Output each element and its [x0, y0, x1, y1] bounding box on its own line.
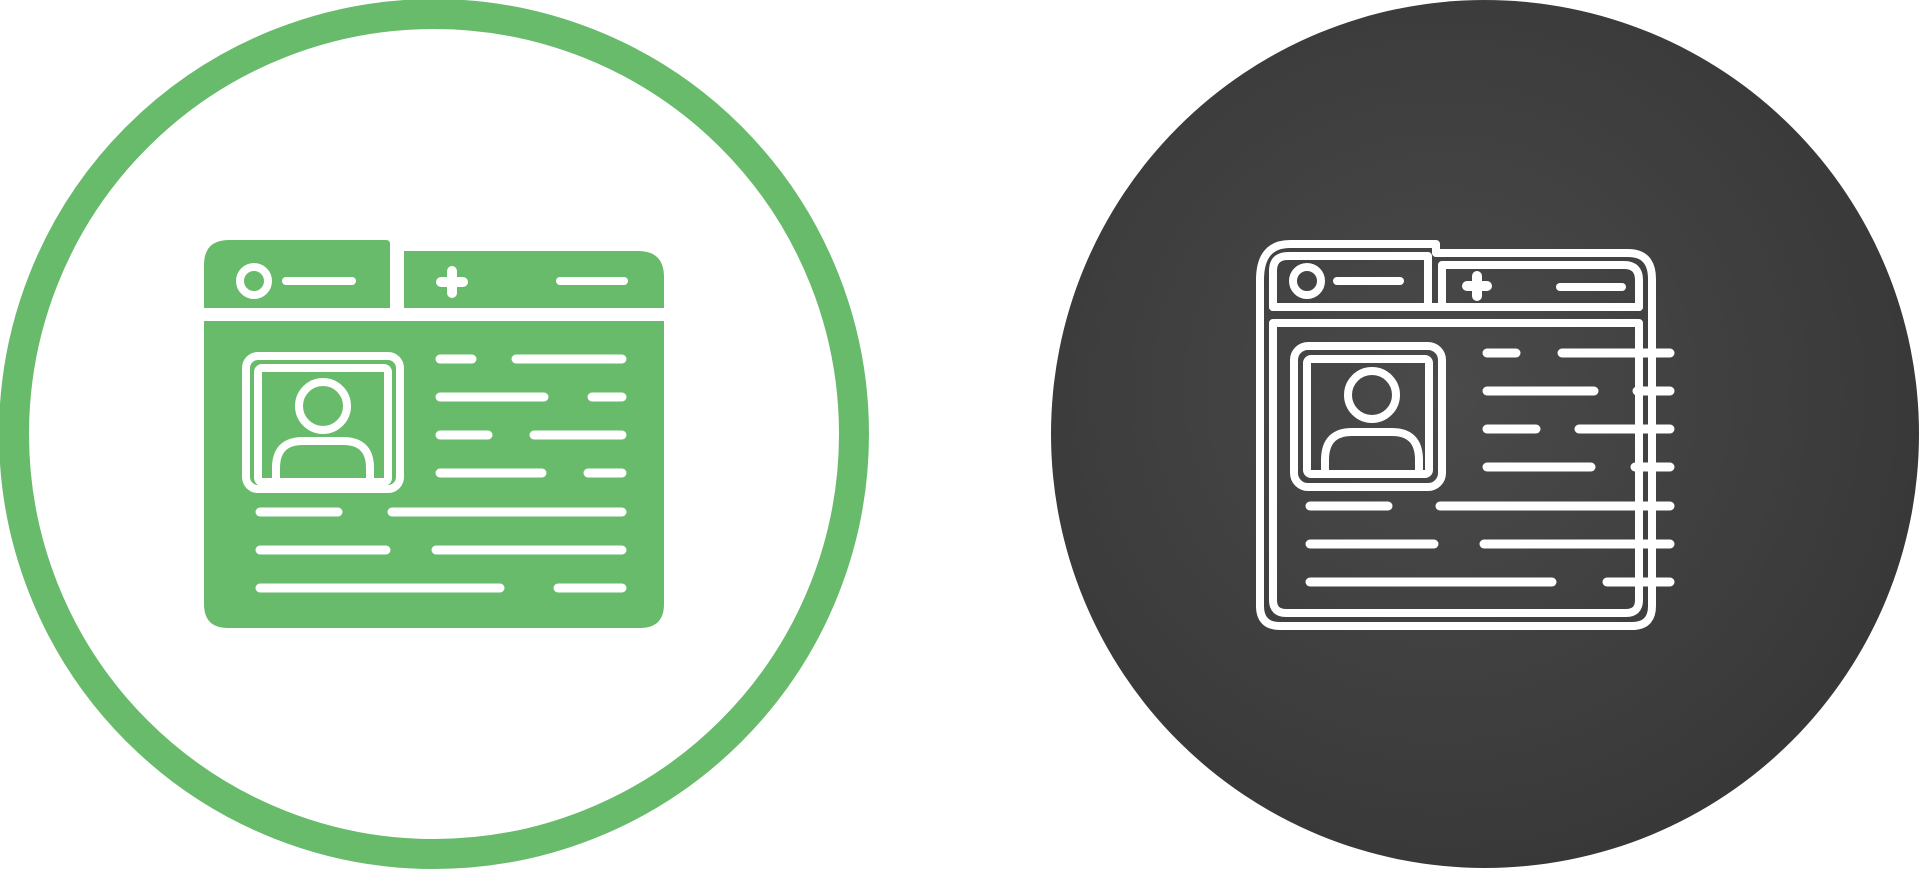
icon-pair: [0, 0, 1920, 869]
tab-left: [204, 240, 390, 308]
profile-browser-icon-dark: [1051, 0, 1919, 868]
profile-browser-icon-green: [0, 0, 869, 869]
dark-disc: [1051, 0, 1919, 868]
browser-window-glyph: [204, 240, 664, 628]
